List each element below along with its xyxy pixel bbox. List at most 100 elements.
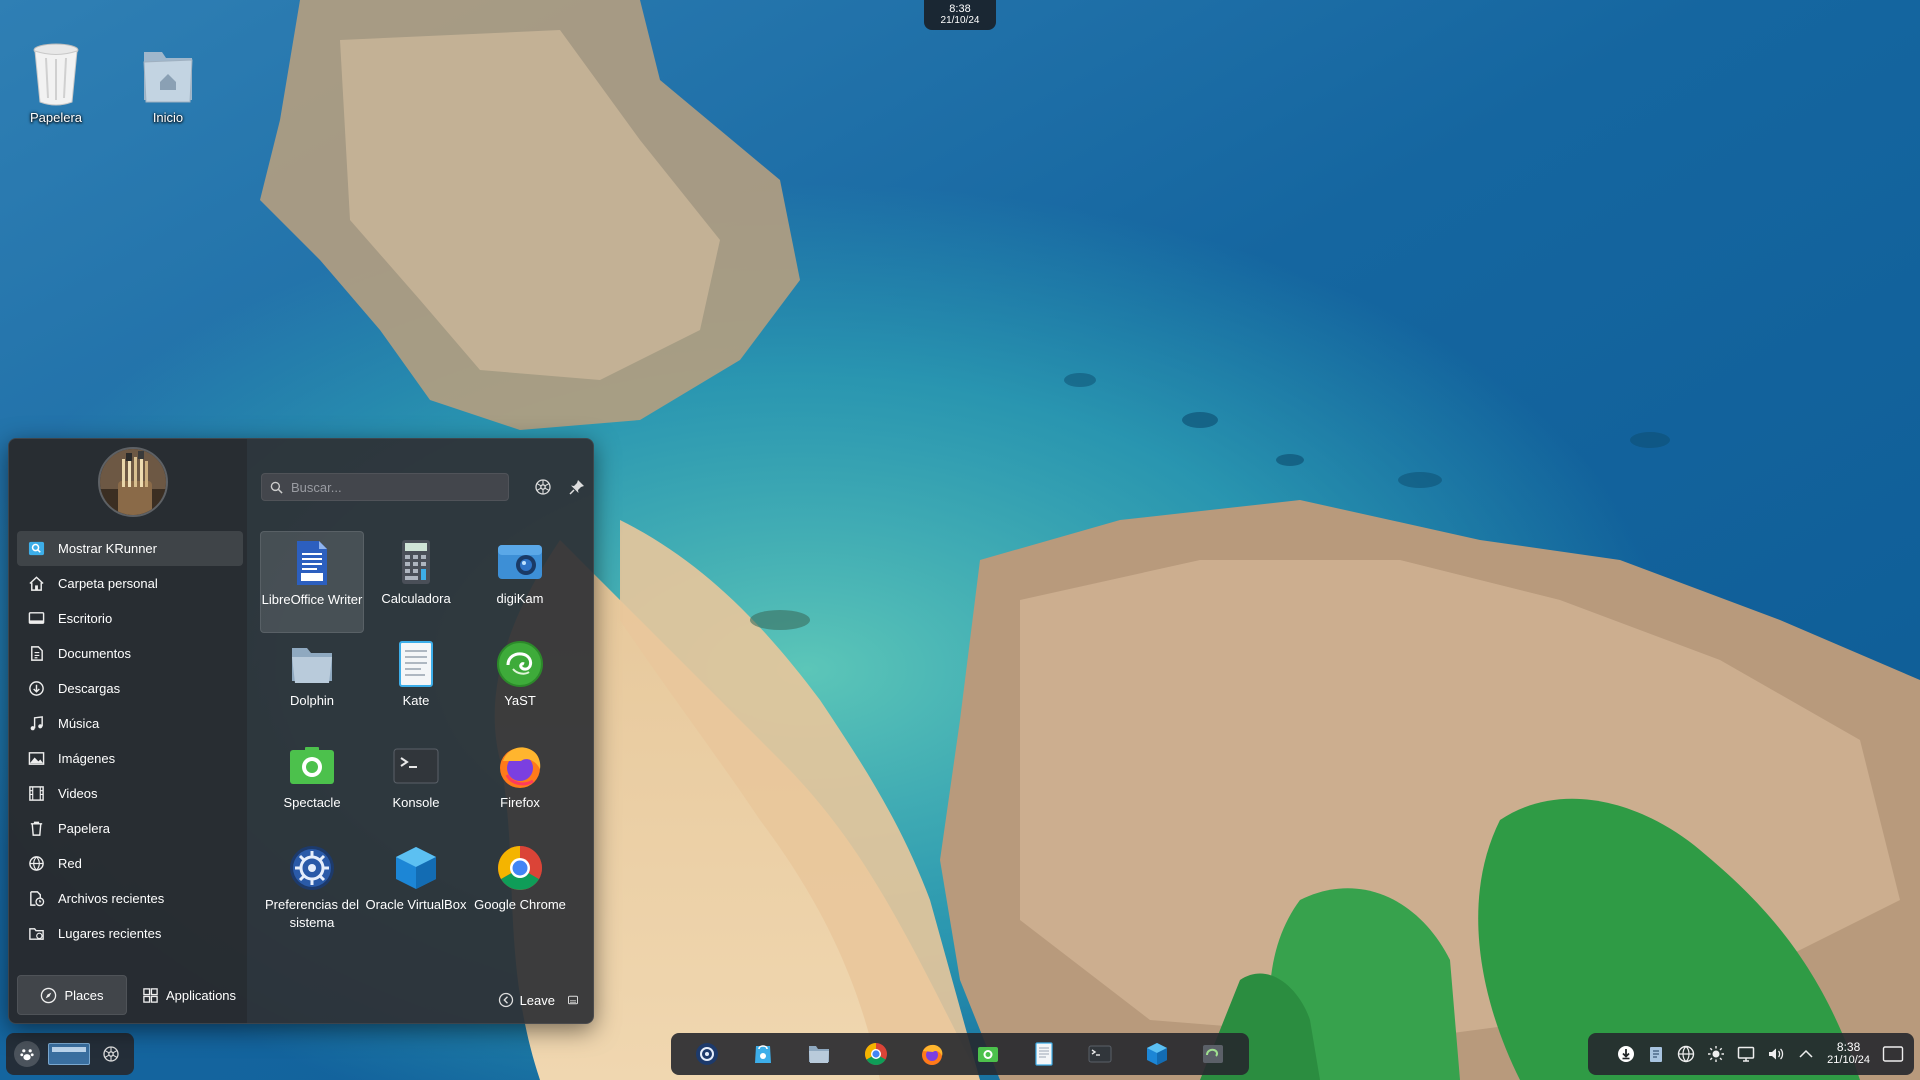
pin-button[interactable] xyxy=(565,475,589,499)
digikam-icon xyxy=(495,537,545,587)
place-label: Papelera xyxy=(58,821,111,836)
spectacle-icon xyxy=(287,741,337,791)
place-item-recent-places[interactable]: Lugares recientes xyxy=(17,916,243,951)
desktop-icon-label: Inicio xyxy=(152,110,184,125)
app-virtualbox[interactable]: Oracle VirtualBox xyxy=(364,837,468,939)
place-item-downloads[interactable]: Descargas xyxy=(17,671,243,706)
place-item-krunner[interactable]: Mostrar KRunner xyxy=(17,531,243,566)
app-label: Preferencias del sistema xyxy=(265,897,359,930)
app-label: Calculadora xyxy=(381,591,451,606)
virtual-desktop-pager[interactable] xyxy=(48,1043,90,1065)
place-item-desktop[interactable]: Escritorio xyxy=(17,601,243,636)
volume-icon xyxy=(1769,1048,1784,1060)
place-item-home[interactable]: Carpeta personal xyxy=(17,566,243,601)
task-kate[interactable] xyxy=(1024,1036,1064,1072)
task-virtualbox[interactable] xyxy=(1137,1036,1177,1072)
desktop-icon-home[interactable]: Inicio xyxy=(118,38,218,125)
libreoffice-writer-icon xyxy=(287,538,337,588)
spectacle-icon xyxy=(978,1047,999,1062)
tray-clock-time: 8:38 xyxy=(1836,1040,1861,1054)
pictures-icon xyxy=(27,750,45,768)
home-icon xyxy=(27,575,45,593)
launcher-button[interactable] xyxy=(14,1041,40,1067)
desktop-icon-trash[interactable]: Papelera xyxy=(6,38,106,125)
desktop-icon-label: Papelera xyxy=(29,110,83,125)
places-list: Mostrar KRunner Carpeta personal Escrito… xyxy=(17,531,243,951)
place-label: Escritorio xyxy=(58,611,113,626)
app-system-settings[interactable]: Preferencias del sistema xyxy=(260,837,364,939)
place-item-videos[interactable]: Videos xyxy=(17,776,243,811)
app-dolphin[interactable]: Dolphin xyxy=(260,633,364,735)
app-spectacle[interactable]: Spectacle xyxy=(260,735,364,837)
search-icon xyxy=(270,481,283,494)
tray-brightness[interactable] xyxy=(1707,1045,1725,1063)
session-menu-icon xyxy=(568,995,578,1005)
tray-network[interactable] xyxy=(1677,1045,1695,1063)
configure-button[interactable] xyxy=(531,475,555,499)
grid-icon xyxy=(143,987,158,1003)
network-icon xyxy=(27,855,45,873)
place-label: Archivos recientes xyxy=(58,891,165,906)
place-item-music[interactable]: Música xyxy=(17,706,243,741)
app-libreoffice-writer[interactable]: LibreOffice Writer xyxy=(260,531,364,633)
digital-clock[interactable]: 8:38 21/10/24 xyxy=(1827,1041,1870,1067)
task-firefox[interactable] xyxy=(912,1036,952,1072)
trash-icon xyxy=(26,38,86,108)
tray-updates[interactable] xyxy=(1617,1045,1635,1063)
place-item-recent-files[interactable]: Archivos recientes xyxy=(17,881,243,916)
task-dolphin[interactable] xyxy=(799,1036,839,1072)
task-spectacle[interactable] xyxy=(968,1036,1008,1072)
tray-display[interactable] xyxy=(1737,1045,1755,1063)
search-box[interactable] xyxy=(261,473,509,501)
task-konsole[interactable] xyxy=(1080,1036,1120,1072)
place-item-documents[interactable]: Documentos xyxy=(17,636,243,671)
system-tray: 8:38 21/10/24 xyxy=(1588,1033,1914,1075)
app-label: Google Chrome xyxy=(474,897,566,912)
place-item-trash[interactable]: Papelera xyxy=(17,811,243,846)
top-clock[interactable]: 8:38 21/10/24 xyxy=(924,0,996,30)
leave-icon xyxy=(498,992,513,1008)
app-konsole[interactable]: Konsole xyxy=(364,735,468,837)
videos-icon xyxy=(27,785,45,803)
place-item-pictures[interactable]: Imágenes xyxy=(17,741,243,776)
leave-label: Leave xyxy=(519,992,555,1008)
task-discover[interactable] xyxy=(743,1036,783,1072)
leave-button[interactable]: Leave xyxy=(498,989,579,1011)
user-avatar[interactable] xyxy=(98,447,168,517)
kate-icon xyxy=(391,639,441,689)
tray-expand[interactable] xyxy=(1797,1045,1815,1063)
opensuse-gear-icon xyxy=(103,1046,119,1062)
tray-clipboard[interactable] xyxy=(1647,1045,1665,1063)
tab-applications[interactable]: Applications xyxy=(135,975,243,1015)
downloads-icon xyxy=(27,680,45,698)
konsole-icon xyxy=(391,741,441,791)
virtualbox-icon xyxy=(1146,1043,1167,1065)
app-digikam[interactable]: digiKam xyxy=(468,531,572,633)
search-input[interactable] xyxy=(291,479,491,495)
task-system-settings[interactable] xyxy=(687,1036,727,1072)
place-item-network[interactable]: Red xyxy=(17,846,243,881)
show-desktop-button[interactable] xyxy=(1882,1045,1904,1063)
discover-icon xyxy=(755,1045,772,1063)
app-firefox[interactable]: Firefox xyxy=(468,735,572,837)
app-kate[interactable]: Kate xyxy=(364,633,468,735)
app-label: Kate xyxy=(402,693,430,708)
recent-places-icon xyxy=(27,925,45,943)
application-launcher: Mostrar KRunner Carpeta personal Escrito… xyxy=(8,438,594,1024)
task-chrome[interactable] xyxy=(856,1036,896,1072)
app-chrome[interactable]: Google Chrome xyxy=(468,837,572,939)
app-label: Firefox xyxy=(500,795,540,810)
tab-places-label: Places xyxy=(64,987,104,1003)
place-label: Documentos xyxy=(58,646,131,661)
app-yast[interactable]: YaST xyxy=(468,633,572,735)
trash-icon xyxy=(27,820,45,838)
home-folder-icon xyxy=(138,38,198,108)
tab-places[interactable]: Places xyxy=(17,975,127,1015)
app-calculator[interactable]: Calculadora xyxy=(364,531,468,633)
app-label: digiKam xyxy=(496,591,544,606)
calculator-icon xyxy=(391,537,441,587)
system-settings-quick-button[interactable] xyxy=(98,1036,124,1072)
tray-volume[interactable] xyxy=(1767,1045,1785,1063)
task-yast[interactable] xyxy=(1193,1036,1233,1072)
place-label: Videos xyxy=(58,786,98,801)
